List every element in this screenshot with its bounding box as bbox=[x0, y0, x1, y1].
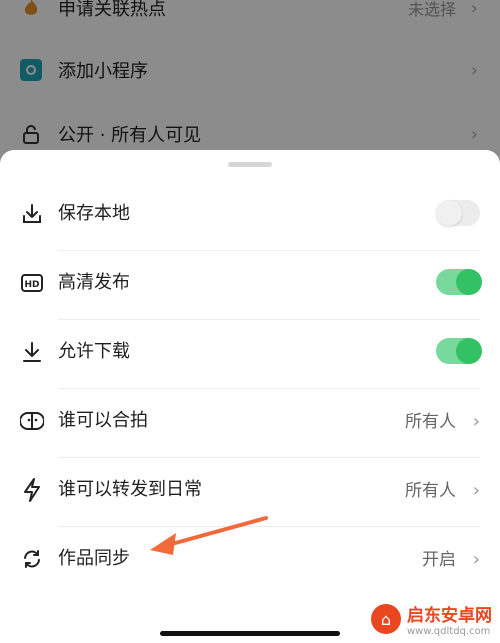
home-indicator[interactable] bbox=[160, 631, 340, 636]
watermark-title: 启东安卓网 bbox=[407, 606, 492, 626]
watermark-url: www.qdltdq.com bbox=[407, 626, 491, 637]
watermark-logo-icon: ⌂ bbox=[371, 604, 401, 634]
watermark: ⌂ 启东安卓网 www.qdltdq.com bbox=[371, 601, 492, 637]
annotation-arrow bbox=[150, 516, 268, 555]
